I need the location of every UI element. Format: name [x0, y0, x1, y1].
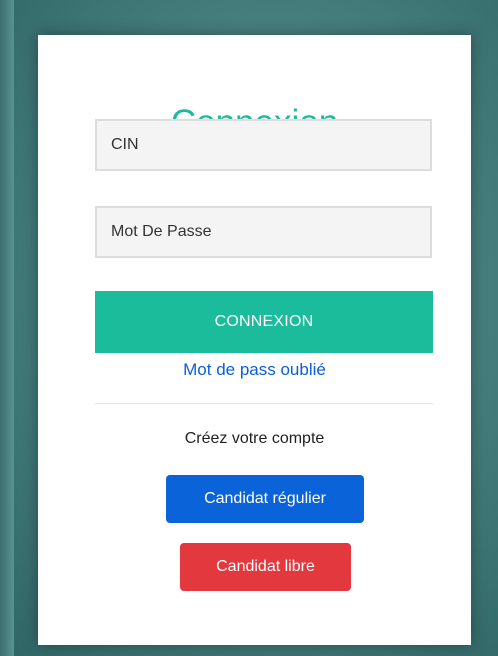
page-background-edge	[0, 0, 14, 656]
divider	[95, 403, 433, 404]
signup-heading: Créez votre compte	[184, 430, 325, 447]
regular-candidate-button[interactable]: Candidat régulier	[166, 475, 364, 523]
cin-input[interactable]	[95, 119, 432, 171]
forgot-password-link[interactable]: Mot de pass oublié	[38, 359, 471, 381]
free-candidate-button[interactable]: Candidat libre	[180, 543, 351, 591]
login-card: Connexion CONNEXION Mot de pass oublié C…	[38, 35, 471, 645]
login-button[interactable]: CONNEXION	[95, 291, 433, 353]
password-input[interactable]	[95, 206, 432, 258]
